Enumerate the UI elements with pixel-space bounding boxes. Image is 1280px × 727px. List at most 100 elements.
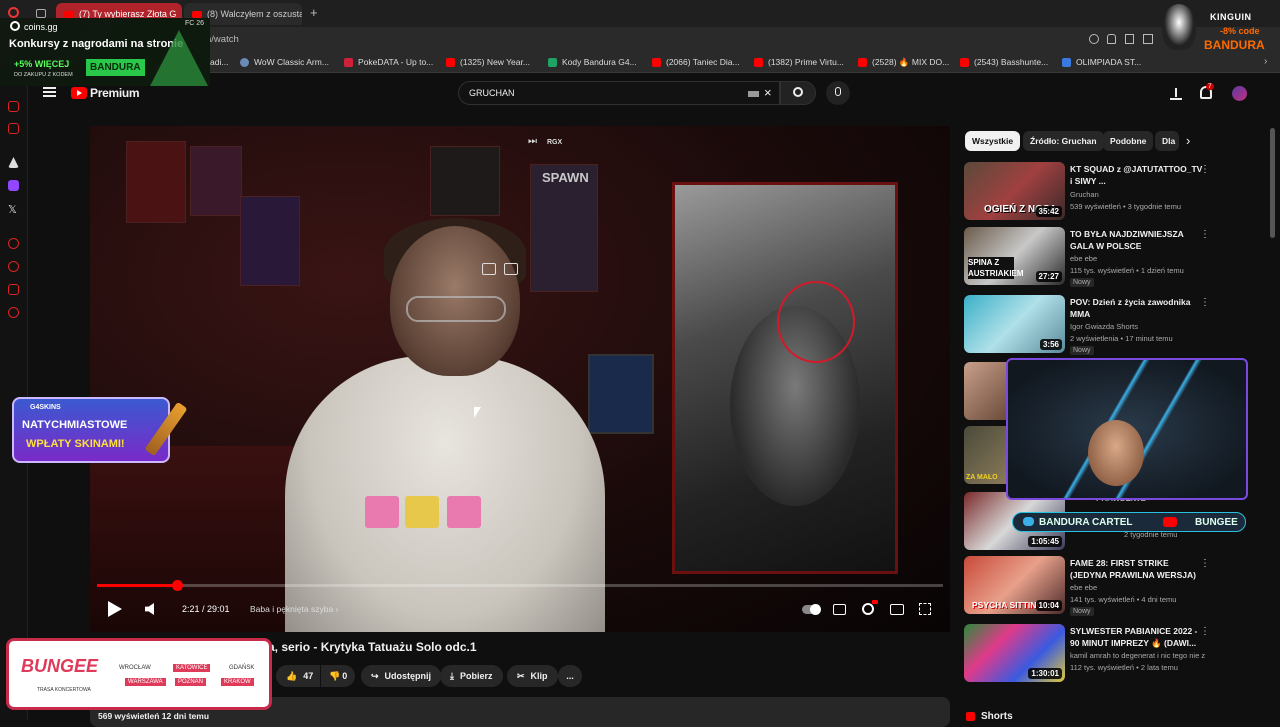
progress-bar[interactable] [97, 580, 943, 591]
voice-search-button[interactable] [826, 81, 850, 105]
cartel-right-label: BUNGEE [1195, 517, 1238, 528]
bookmark-item[interactable]: Kody Bandura G4... [548, 57, 637, 67]
twitch-icon[interactable] [8, 180, 19, 191]
list-item[interactable]: 3:56 POV: Dzień z życia zawodnika MMA Ig… [964, 295, 1264, 357]
page-scrollbar[interactable] [1270, 128, 1275, 238]
video-thumbnail[interactable]: SPINA Z AUSTRIAKIEM 27:27 [964, 227, 1065, 285]
bookmark-item[interactable]: (1382) Prime Virtu... [754, 57, 844, 67]
list-item[interactable]: 1:30:01 SYLWESTER PABIANICE 2022 - 90 MI… [964, 624, 1264, 686]
skip-icon[interactable]: ⏭ [528, 136, 537, 147]
settings-icon[interactable] [8, 307, 19, 318]
hamburger-icon[interactable] [43, 87, 56, 97]
subtitles-icon[interactable] [833, 604, 846, 615]
more-actions-button[interactable]: ... [558, 665, 582, 687]
bookmark-item[interactable]: WoW Classic Arm... [240, 57, 329, 67]
youtube-icon [754, 57, 763, 67]
rgx-label[interactable]: RGX [547, 139, 562, 146]
keyboard-icon[interactable] [748, 91, 759, 97]
theater-icon[interactable] [890, 604, 904, 615]
share-button[interactable]: ↪ Udostępnij [361, 665, 442, 687]
pin-icon[interactable] [1125, 34, 1134, 44]
youtube-logo[interactable]: Premium [71, 86, 140, 100]
list-item[interactable]: OGIEŃ Z NOSA 35:42 KT SQUAD z @JATUTATTO… [964, 162, 1264, 224]
bookmark-item[interactable]: adi... [210, 57, 228, 67]
chip-all[interactable]: Wszystkie [965, 131, 1021, 151]
bookmark-item[interactable]: (1325) New Year... [446, 57, 530, 67]
search-button[interactable] [780, 81, 816, 105]
x-icon[interactable]: 𝕏 [8, 203, 17, 216]
channel-name[interactable]: Igor Gwiazda Shorts [1070, 322, 1138, 331]
channel-name[interactable]: Gruchan [1070, 190, 1099, 199]
dislike-button[interactable]: 👎 0 [321, 665, 355, 687]
more-options-icon[interactable]: ⋮ [1200, 626, 1210, 637]
miniplayer-icon[interactable] [482, 263, 496, 275]
channel-name[interactable]: kamil amrah to degenerat i nic tego nie … [1070, 651, 1205, 660]
mic-icon [835, 87, 841, 96]
play-button[interactable] [108, 601, 122, 617]
extension-icon[interactable] [1143, 34, 1153, 44]
thumbs-up-icon: 👍 [286, 670, 298, 681]
video-thumbnail[interactable]: PSYCHA SITTING 10:04 [964, 556, 1065, 614]
video-title[interactable]: FAME 28: FIRST STRIKE (JEDYNA PRAWILNA W… [1070, 557, 1205, 581]
search-input[interactable]: GRUCHAN × [458, 81, 780, 105]
chips-next-icon[interactable]: › [1186, 133, 1190, 148]
video-title[interactable]: KT SQUAD z @JATUTATTOO_TV i SIWY ... [1070, 163, 1205, 187]
new-tab-button[interactable]: + [310, 5, 318, 20]
bookmark-item[interactable]: (2543) Basshunte... [960, 57, 1048, 67]
video-thumbnail[interactable]: 1:30:01 [964, 624, 1065, 682]
clear-search-icon[interactable]: × [764, 85, 772, 100]
clip-button[interactable]: ✂ Klip [507, 665, 558, 687]
like-button[interactable]: 👍 47 [276, 665, 320, 687]
video-thumbnail[interactable]: ZA MAŁO [964, 426, 1008, 484]
list-item[interactable]: SPINA Z AUSTRIAKIEM 27:27 TO BYŁA NAJDZI… [964, 227, 1264, 289]
city-label: KRAKÓW [221, 678, 254, 686]
list-item[interactable]: PSYCHA SITTING 10:04 FAME 28: FIRST STRI… [964, 556, 1264, 618]
bell-icon[interactable] [1107, 34, 1116, 44]
calendar-icon[interactable] [8, 123, 19, 134]
fullscreen-icon[interactable] [919, 603, 931, 615]
chapter-button[interactable]: Baba i pęknięta szyba › [250, 604, 338, 614]
new-badge: Nowy [1070, 607, 1094, 616]
url-text[interactable]: n/watch [206, 34, 239, 45]
record-icon[interactable] [8, 238, 19, 249]
more-options-icon[interactable]: ⋮ [1200, 229, 1210, 240]
bookmark-item[interactable]: PokeDATA - Up to... [344, 57, 433, 67]
more-options-icon[interactable]: ⋮ [1200, 558, 1210, 569]
video-title[interactable]: POV: Dzień z życia zawodnika MMA [1070, 296, 1205, 320]
upload-icon[interactable] [1170, 86, 1182, 100]
apps-icon[interactable] [8, 157, 19, 168]
chip-for-you[interactable]: Dla [1155, 131, 1179, 151]
video-thumbnail[interactable] [964, 362, 1008, 420]
tab-list-icon[interactable] [36, 9, 46, 18]
progress-scrubber[interactable] [171, 580, 183, 591]
exit-icon[interactable] [504, 263, 518, 275]
history-icon[interactable] [8, 261, 19, 272]
chip-similar[interactable]: Podobne [1103, 131, 1154, 151]
more-options-icon[interactable]: ⋮ [1200, 297, 1210, 308]
city-label: WROCŁAW [119, 665, 151, 671]
channel-name[interactable]: ebe ebe [1070, 254, 1097, 263]
settings-icon[interactable] [862, 603, 874, 615]
shield-icon[interactable] [8, 284, 19, 295]
city-label: KATOWICE [173, 664, 211, 672]
monitor [588, 354, 654, 434]
browser-menu-icon[interactable] [8, 7, 19, 18]
video-thumbnail[interactable]: 3:56 [964, 295, 1065, 353]
tv-icon[interactable] [8, 101, 19, 112]
youtube-icon [1163, 517, 1177, 527]
bookmark-item[interactable]: (2066) Taniec Dia... [652, 57, 740, 67]
more-options-icon[interactable]: ⋮ [1200, 164, 1210, 175]
video-title[interactable]: TO BYŁA NAJDZIWNIEJSZA GALA W POLSCE [1070, 228, 1205, 252]
video-thumbnail[interactable]: OGIEŃ Z NOSA 35:42 [964, 162, 1065, 220]
channel-name[interactable]: ebe ebe [1070, 583, 1097, 592]
bookmark-item[interactable]: OLIMPIADA ST... [1062, 57, 1141, 67]
chip-source[interactable]: Źródło: Gruchan [1023, 131, 1104, 151]
zoom-icon[interactable] [1089, 34, 1099, 44]
download-button[interactable]: ⤓ Pobierz [440, 665, 503, 687]
duration-badge: 1:30:01 [1028, 668, 1062, 679]
autoplay-toggle[interactable] [802, 604, 821, 615]
video-title[interactable]: SYLWESTER PABIANICE 2022 - 90 MINUT IMPR… [1070, 625, 1205, 649]
bookmark-item[interactable]: (2528) 🔥 MIX DO... [858, 57, 949, 68]
avatar[interactable] [1232, 86, 1247, 101]
video-player[interactable]: SPAWN ⏭ RGX [90, 126, 950, 632]
